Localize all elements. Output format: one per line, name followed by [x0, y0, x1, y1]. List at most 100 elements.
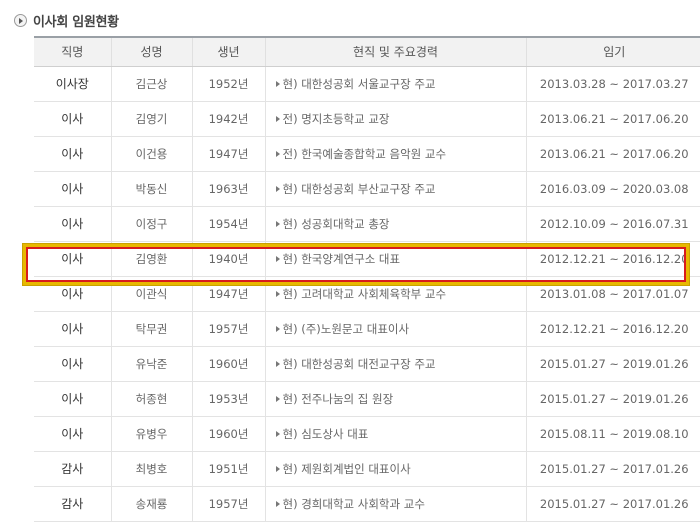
- cell-term: 2012.12.21 ~ 2016.12.20: [525, 241, 700, 277]
- header-birth-year: 생년: [191, 37, 265, 67]
- cell-name: 허종현: [110, 381, 192, 417]
- career-text: 현) 성공회대학교 총장: [282, 216, 390, 231]
- triangle-bullet-icon: [275, 115, 280, 122]
- cell-term: 2015.01.27 ~ 2017.01.26: [525, 486, 700, 522]
- career-text: 현) 한국양계연구소 대표: [282, 251, 401, 266]
- career-text: 현) 경희대학교 사회학과 교수: [282, 496, 425, 511]
- table-row: 이사 박동신 1963년 현) 대한성공회 부산교구장 주교 2016.03.09 ~ …: [34, 171, 700, 207]
- cell-career: 현) 제원회계법인 대표이사: [264, 451, 526, 487]
- cell-name: 김영환: [110, 241, 192, 277]
- cell-position: 감사: [34, 451, 111, 487]
- triangle-bullet-icon: [275, 290, 280, 297]
- cell-position: 이사: [34, 416, 111, 452]
- board-members-table: 직명 성명 생년 현직 및 주요경력 임기 이사장 김근상 1952년 현) 대한성공…: [34, 36, 700, 522]
- table-row: 감사 송재룡 1957년 현) 경희대학교 사회학과 교수 2015.01.27 ~ 2…: [34, 486, 700, 522]
- career-text: 현) 대한성공회 부산교구장 주교: [282, 181, 436, 196]
- cell-name: 유낙준: [110, 346, 192, 382]
- table-row: 이사 허종현 1953년 현) 전주나눔의 집 원장 2015.01.27 ~ 2019…: [34, 381, 700, 417]
- cell-term: 2015.01.27 ~ 2019.01.26: [525, 381, 700, 417]
- career-text: 현) 고려대학교 사회체육학부 교수: [282, 286, 447, 301]
- cell-birth-year: 1942년: [191, 101, 265, 137]
- header-career: 현직 및 주요경력: [264, 37, 526, 67]
- header-name: 성명: [110, 37, 192, 67]
- triangle-bullet-icon: [275, 185, 280, 192]
- table-row: 이사 탁무권 1957년 현) (주)노원문고 대표이사 2012.12.21 ~ 20…: [34, 311, 700, 347]
- career-text: 현) 심도상사 대표: [282, 426, 369, 441]
- cell-birth-year: 1960년: [191, 416, 265, 452]
- table-row: 이사장 김근상 1952년 현) 대한성공회 서울교구장 주교 2013.03.28 ~…: [34, 66, 700, 102]
- career-text: 전) 명지초등학교 교장: [282, 111, 390, 126]
- cell-position: 감사: [34, 486, 111, 522]
- cell-birth-year: 1960년: [191, 346, 265, 382]
- table-row: 이사 김영환 1940년 현) 한국양계연구소 대표 2012.12.21 ~ 2016…: [34, 241, 700, 277]
- cell-career: 현) 전주나눔의 집 원장: [264, 381, 526, 417]
- header-position: 직명: [34, 37, 111, 67]
- cell-term: 2015.01.27 ~ 2017.01.26: [525, 451, 700, 487]
- cell-position: 이사: [34, 171, 111, 207]
- triangle-bullet-icon: [275, 465, 280, 472]
- cell-name: 김근상: [110, 66, 192, 102]
- cell-name: 탁무권: [110, 311, 192, 347]
- section-title: 이사회 임원현황: [33, 14, 119, 30]
- cell-career: 전) 명지초등학교 교장: [264, 101, 526, 137]
- triangle-bullet-icon: [275, 395, 280, 402]
- cell-term: 2012.12.21 ~ 2016.12.20: [525, 311, 700, 347]
- cell-name: 박동신: [110, 171, 192, 207]
- header-term: 임기: [525, 37, 700, 67]
- cell-name: 김영기: [110, 101, 192, 137]
- career-text: 현) 제원회계법인 대표이사: [282, 461, 411, 476]
- cell-career: 현) (주)노원문고 대표이사: [264, 311, 526, 347]
- cell-term: 2013.03.28 ~ 2017.03.27: [525, 66, 700, 102]
- cell-position: 이사: [34, 136, 111, 172]
- cell-birth-year: 1954년: [191, 206, 265, 242]
- circle-arrow-icon: [14, 13, 27, 27]
- cell-career: 현) 심도상사 대표: [264, 416, 526, 452]
- cell-career: 현) 대한성공회 서울교구장 주교: [264, 66, 526, 102]
- cell-birth-year: 1957년: [191, 486, 265, 522]
- cell-career: 현) 한국양계연구소 대표: [264, 241, 526, 277]
- cell-career: 현) 성공회대학교 총장: [264, 206, 526, 242]
- table-row: 이사 이건용 1947년 전) 한국예술종합학교 음악원 교수 2013.06.21 ~…: [34, 136, 700, 172]
- cell-birth-year: 1947년: [191, 276, 265, 312]
- triangle-bullet-icon: [275, 255, 280, 262]
- table-row: 감사 최병호 1951년 현) 제원회계법인 대표이사 2015.01.27 ~ 201…: [34, 451, 700, 487]
- cell-birth-year: 1963년: [191, 171, 265, 207]
- cell-position: 이사: [34, 276, 111, 312]
- triangle-bullet-icon: [275, 430, 280, 437]
- cell-career: 전) 한국예술종합학교 음악원 교수: [264, 136, 526, 172]
- career-text: 현) (주)노원문고 대표이사: [282, 321, 410, 336]
- cell-term: 2012.10.09 ~ 2016.07.31: [525, 206, 700, 242]
- cell-position: 이사: [34, 346, 111, 382]
- cell-position: 이사: [34, 381, 111, 417]
- triangle-bullet-icon: [275, 360, 280, 367]
- section-header: 이사회 임원현황: [14, 10, 119, 30]
- table-row: 이사 유병우 1960년 현) 심도상사 대표 2015.08.11 ~ 2019.08…: [34, 416, 700, 452]
- cell-term: 2013.01.08 ~ 2017.01.07: [525, 276, 700, 312]
- cell-birth-year: 1940년: [191, 241, 265, 277]
- cell-term: 2015.08.11 ~ 2019.08.10: [525, 416, 700, 452]
- cell-name: 최병호: [110, 451, 192, 487]
- triangle-bullet-icon: [275, 220, 280, 227]
- table-row: 이사 이정구 1954년 현) 성공회대학교 총장 2012.10.09 ~ 2016.…: [34, 206, 700, 242]
- cell-name: 송재룡: [110, 486, 192, 522]
- cell-name: 이관식: [110, 276, 192, 312]
- table-row: 이사 유낙준 1960년 현) 대한성공회 대전교구장 주교 2015.01.27 ~ …: [34, 346, 700, 382]
- cell-birth-year: 1952년: [191, 66, 265, 102]
- cell-name: 이정구: [110, 206, 192, 242]
- cell-career: 현) 고려대학교 사회체육학부 교수: [264, 276, 526, 312]
- cell-term: 2015.01.27 ~ 2019.01.26: [525, 346, 700, 382]
- cell-birth-year: 1957년: [191, 311, 265, 347]
- cell-birth-year: 1953년: [191, 381, 265, 417]
- table-header-row: 직명 성명 생년 현직 및 주요경력 임기: [34, 37, 700, 67]
- cell-career: 현) 대한성공회 부산교구장 주교: [264, 171, 526, 207]
- triangle-bullet-icon: [275, 150, 280, 157]
- triangle-bullet-icon: [275, 80, 280, 87]
- cell-position: 이사: [34, 241, 111, 277]
- cell-birth-year: 1947년: [191, 136, 265, 172]
- table-row: 이사 김영기 1942년 전) 명지초등학교 교장 2013.06.21 ~ 2017.…: [34, 101, 700, 137]
- cell-position: 이사: [34, 311, 111, 347]
- cell-career: 현) 대한성공회 대전교구장 주교: [264, 346, 526, 382]
- career-text: 현) 대한성공회 서울교구장 주교: [282, 76, 436, 91]
- career-text: 현) 대한성공회 대전교구장 주교: [282, 356, 436, 371]
- cell-term: 2016.03.09 ~ 2020.03.08: [525, 171, 700, 207]
